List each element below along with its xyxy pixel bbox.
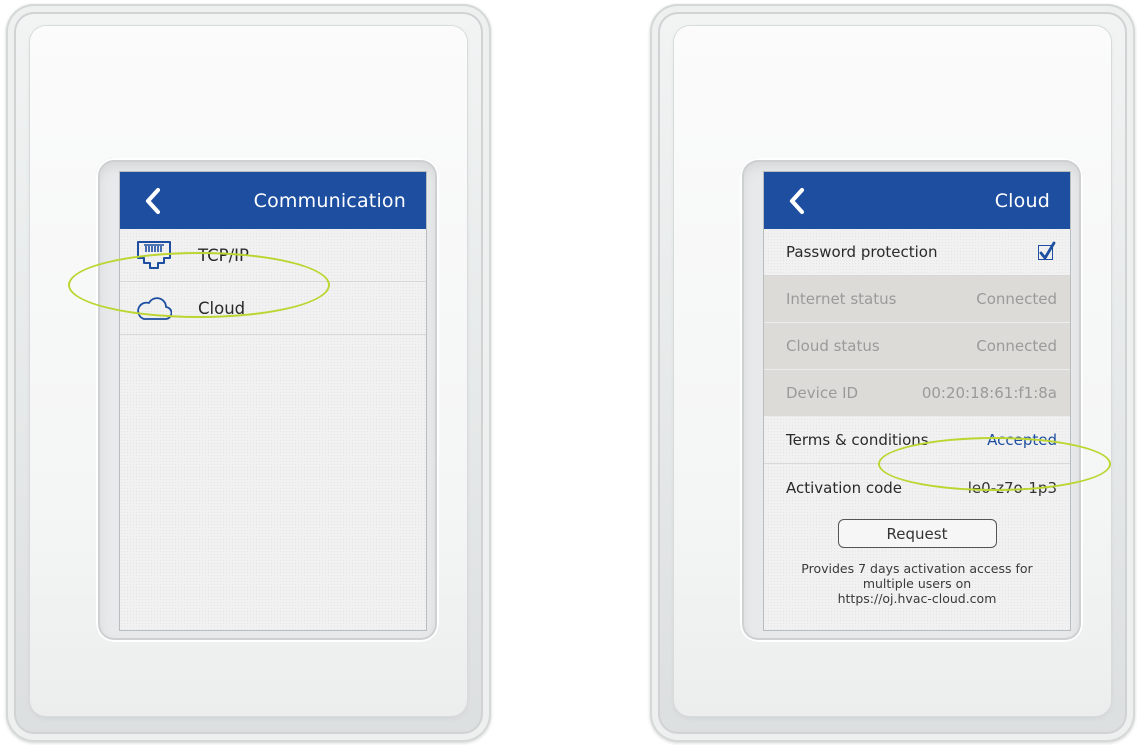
info-line: https://oj.hvac-cloud.com <box>837 591 997 606</box>
thermostat-device-right: Cloud Password protection Internet statu… <box>650 4 1135 742</box>
cloud-settings-screen: Cloud Password protection Internet statu… <box>764 172 1070 630</box>
checkmark-icon <box>1039 241 1056 259</box>
menu-item-tcpip[interactable]: TCP/IP <box>120 229 426 282</box>
internet-status-row: Internet status Connected <box>764 276 1070 323</box>
info-line: Provides 7 days activation access for <box>801 561 1033 576</box>
request-area: Request <box>764 511 1070 548</box>
terms-status-link[interactable]: Accepted <box>987 431 1057 449</box>
screen-bezel: Cloud Password protection Internet statu… <box>740 158 1083 642</box>
chevron-left-icon <box>145 187 161 214</box>
setting-label: Password protection <box>786 243 938 261</box>
menu-item-label: TCP/IP <box>198 245 249 265</box>
chevron-left-icon <box>789 187 805 214</box>
setting-label: Activation code <box>786 478 903 497</box>
header-bar: Communication <box>120 172 426 229</box>
back-button[interactable] <box>144 186 166 216</box>
cloud-status-value: Connected <box>976 337 1057 355</box>
header-bar: Cloud <box>764 172 1070 229</box>
activation-code-value: le0-z7o-1p3 <box>967 478 1057 497</box>
device-id-value: 00:20:18:61:f1:8a <box>921 384 1057 402</box>
activation-code-row: Activation code le0-z7o-1p3 <box>764 464 1070 511</box>
ethernet-port-icon <box>136 240 172 270</box>
activation-info-text: Provides 7 days activation access for mu… <box>764 548 1070 606</box>
screen-bezel: Communication TCP/IP Cloud <box>96 158 439 642</box>
cloud-status-row: Cloud status Connected <box>764 323 1070 370</box>
menu-item-cloud[interactable]: Cloud <box>120 282 426 335</box>
setting-label: Device ID <box>786 384 859 402</box>
back-button[interactable] <box>788 186 810 216</box>
internet-status-value: Connected <box>976 290 1057 308</box>
password-protection-row[interactable]: Password protection <box>764 229 1070 276</box>
password-protection-checkbox[interactable] <box>1038 241 1056 260</box>
cloud-icon <box>136 293 172 323</box>
device-face: Cloud Password protection Internet statu… <box>674 26 1111 716</box>
terms-conditions-row[interactable]: Terms & conditions Accepted <box>764 417 1070 464</box>
communication-screen: Communication TCP/IP Cloud <box>120 172 426 630</box>
thermostat-device-left: Communication TCP/IP Cloud <box>6 4 491 742</box>
info-line: multiple users on <box>862 576 972 591</box>
device-face: Communication TCP/IP Cloud <box>30 26 467 716</box>
page-title: Communication <box>253 189 406 212</box>
page-title: Cloud <box>994 189 1050 212</box>
menu-item-label: Cloud <box>198 298 246 318</box>
setting-label: Terms & conditions <box>786 431 929 449</box>
device-id-row: Device ID 00:20:18:61:f1:8a <box>764 370 1070 417</box>
request-button[interactable]: Request <box>837 519 997 548</box>
setting-label: Cloud status <box>786 337 880 355</box>
setting-label: Internet status <box>786 290 897 308</box>
